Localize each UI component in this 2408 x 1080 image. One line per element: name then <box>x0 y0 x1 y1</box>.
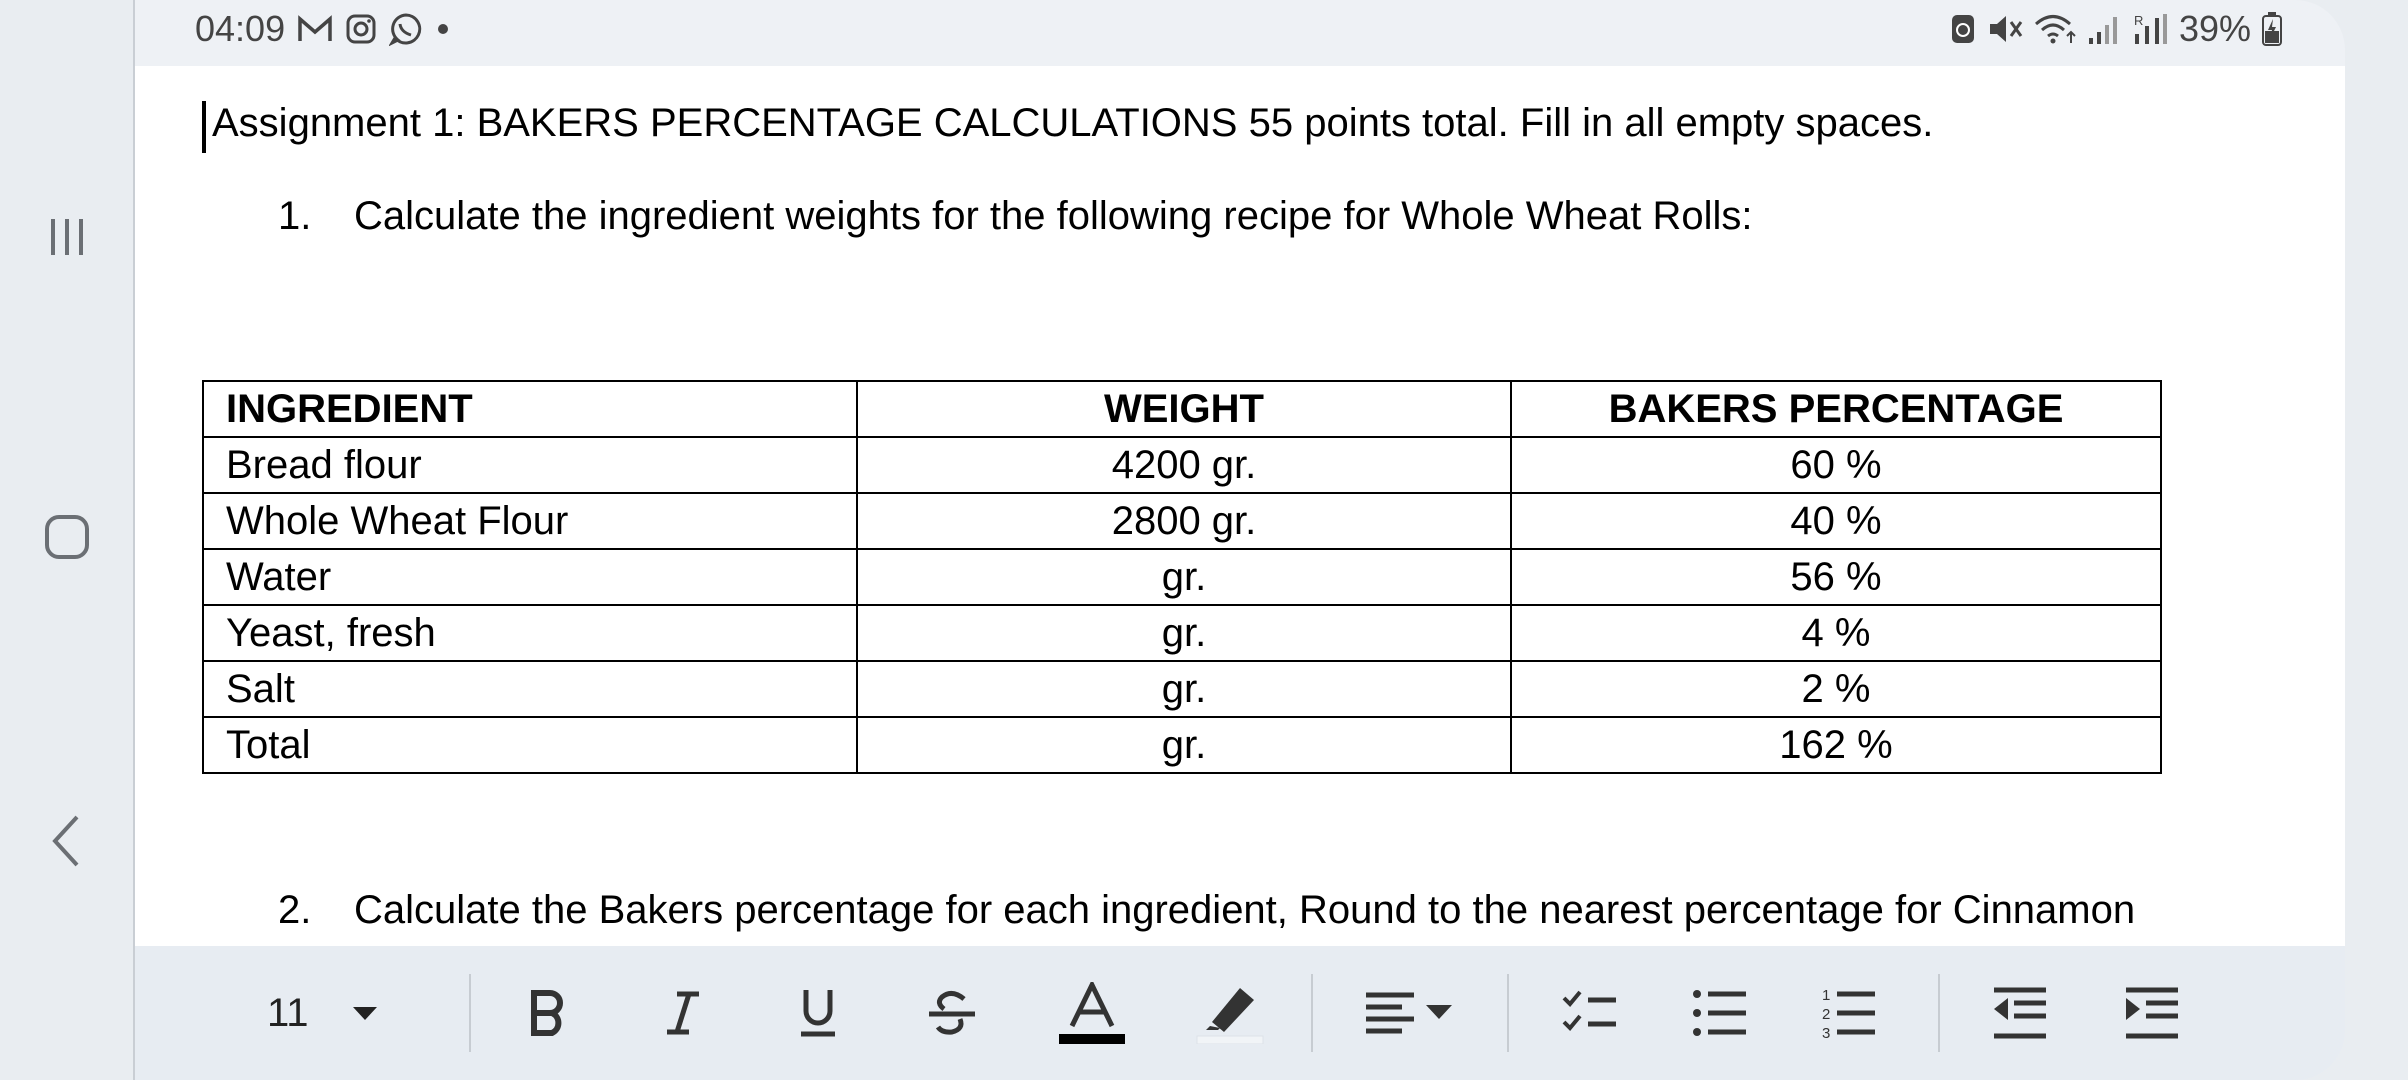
weight-cell[interactable]: 4200 gr. <box>856 436 1512 494</box>
highlighter-icon <box>1196 988 1264 1044</box>
ingredient-cell[interactable]: Bread flour <box>202 436 858 494</box>
signal-icon <box>2088 17 2117 44</box>
highlight-button[interactable] <box>1193 976 1267 1050</box>
underline-button[interactable] <box>781 976 855 1050</box>
question-2: 2. Calculate the Bakers percentage for ea… <box>278 888 2135 933</box>
percentage-cell[interactable]: 4 % <box>1510 604 2162 662</box>
text-color-icon <box>1059 982 1125 1044</box>
bold-icon <box>531 990 563 1036</box>
weight-cell[interactable]: gr. <box>856 548 1512 606</box>
percentage-cell[interactable]: 60 % <box>1510 436 2162 494</box>
ingredient-cell[interactable]: Total <box>202 716 858 774</box>
ingredient-cell[interactable]: Yeast, fresh <box>202 604 858 662</box>
percentage-cell[interactable]: 2 % <box>1510 660 2162 718</box>
recipe-table[interactable]: INGREDIENT WEIGHT BAKERS PERCENTAGE Brea… <box>202 380 2162 774</box>
table-row: Water gr. 56 % <box>202 548 2162 606</box>
bold-button[interactable] <box>511 976 585 1050</box>
numbered-list-icon: 1 2 3 <box>1822 987 1875 1041</box>
align-button[interactable] <box>1359 976 1459 1050</box>
percentage-cell[interactable]: 40 % <box>1510 492 2162 550</box>
weight-cell[interactable]: gr. <box>856 604 1512 662</box>
percentage-cell[interactable]: 162 % <box>1510 716 2162 774</box>
table-header-row: INGREDIENT WEIGHT BAKERS PERCENTAGE <box>202 380 2162 438</box>
table-row: Total gr. 162 % <box>202 716 2162 774</box>
back-button[interactable] <box>22 796 112 886</box>
battery-icon <box>2262 12 2282 46</box>
text-cursor <box>202 101 206 153</box>
table-row: Bread flour 4200 gr. 60 % <box>202 436 2162 494</box>
checklist-button[interactable] <box>1553 976 1627 1050</box>
underline-icon <box>801 990 835 1037</box>
italic-button[interactable] <box>646 976 720 1050</box>
chevron-down-icon <box>352 1007 377 1020</box>
recent-apps-button[interactable] <box>22 192 112 282</box>
table-row: Salt gr. 2 % <box>202 660 2162 718</box>
navigation-rail <box>0 0 135 1080</box>
back-icon <box>52 815 79 867</box>
toolbar-divider <box>1507 974 1509 1052</box>
decrease-indent-icon <box>1994 987 2046 1039</box>
numbered-list-button[interactable]: 1 2 3 <box>1812 976 1886 1050</box>
table-row: Whole Wheat Flour 2800 gr. 40 % <box>202 492 2162 550</box>
ingredient-cell[interactable]: Salt <box>202 660 858 718</box>
bulleted-list-icon <box>1693 990 1746 1036</box>
signal-roaming-icon: R <box>2134 13 2167 44</box>
italic-icon <box>667 991 699 1035</box>
toolbar-divider <box>1311 974 1313 1052</box>
decrease-indent-button[interactable] <box>1983 976 2057 1050</box>
text-color-button[interactable] <box>1055 976 1129 1050</box>
instagram-icon <box>346 14 376 44</box>
header-ingredient[interactable]: INGREDIENT <box>202 380 858 438</box>
gmail-icon <box>298 15 332 41</box>
percentage-cell[interactable]: 56 % <box>1510 548 2162 606</box>
formatting-toolbar: 11 1 2 3 <box>135 946 2345 1080</box>
svg-text:3: 3 <box>1822 1025 1830 1041</box>
home-button[interactable] <box>22 492 112 582</box>
assignment-title: Assignment 1: BAKERS PERCENTAGE CALCULAT… <box>212 101 1934 145</box>
increase-indent-button[interactable] <box>2115 976 2189 1050</box>
strikethrough-button[interactable] <box>915 976 989 1050</box>
toolbar-divider <box>1938 974 1940 1052</box>
toolbar-divider <box>469 974 471 1052</box>
mute-icon <box>1989 16 2023 42</box>
home-icon <box>45 515 89 559</box>
header-bakers-percentage[interactable]: BAKERS PERCENTAGE <box>1510 380 2162 438</box>
dot-icon <box>438 24 449 34</box>
font-size-value: 11 <box>267 990 309 1035</box>
svg-text:1: 1 <box>1822 987 1830 1004</box>
strikethrough-icon <box>929 991 975 1035</box>
header-weight[interactable]: WEIGHT <box>856 380 1512 438</box>
whatsapp-icon <box>389 13 422 46</box>
question-1: 1. Calculate the ingredient weights for t… <box>278 194 1752 239</box>
weight-cell[interactable]: gr. <box>856 660 1512 718</box>
ingredient-cell[interactable]: Water <box>202 548 858 606</box>
ingredient-cell[interactable]: Whole Wheat Flour <box>202 492 858 550</box>
question-2-text: Calculate the Bakers percentage for each… <box>354 888 2136 932</box>
svg-text:R: R <box>2134 13 2143 28</box>
battery-percent: 39% <box>2178 8 2251 49</box>
table-row: Yeast, fresh gr. 4 % <box>202 604 2162 662</box>
wifi-icon <box>2034 15 2076 44</box>
svg-text:2: 2 <box>1822 1006 1830 1023</box>
recent-apps-icon <box>51 219 83 255</box>
question-1-text: Calculate the ingredient weights for the… <box>354 194 1753 238</box>
checklist-icon <box>1562 990 1616 1031</box>
question-2-number: 2. <box>278 888 312 932</box>
align-left-icon <box>1366 992 1452 1034</box>
battery-saver-icon <box>1951 15 1974 43</box>
weight-cell[interactable]: 2800 gr. <box>856 492 1512 550</box>
clock: 04:09 <box>195 8 286 49</box>
question-1-number: 1. <box>278 194 312 238</box>
increase-indent-icon <box>2126 987 2178 1039</box>
status-bar: 04:09 R 39% <box>135 0 2345 66</box>
bulleted-list-button[interactable] <box>1683 976 1757 1050</box>
font-size-dropdown[interactable]: 11 <box>267 976 417 1050</box>
weight-cell[interactable]: gr. <box>856 716 1512 774</box>
document-page[interactable]: Assignment 1: BAKERS PERCENTAGE CALCULAT… <box>135 66 2345 946</box>
